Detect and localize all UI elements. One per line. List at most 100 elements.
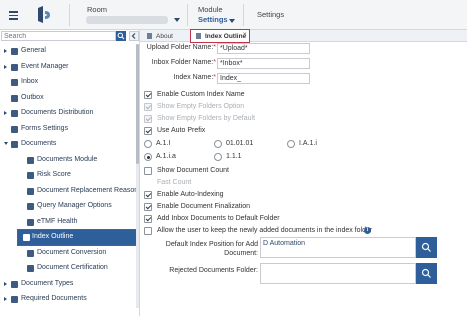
sidebar-item-label: Document Certification	[37, 264, 108, 271]
tab-index-outline[interactable]: Index Outline ×	[190, 29, 250, 43]
caret-right-icon[interactable]	[4, 281, 7, 286]
index-outline-form: Upload Folder Name:* *Upload* Inbox Fold…	[140, 42, 467, 316]
checkbox-label: Enable Document Finalization	[157, 203, 250, 210]
radio-label: I.A.1.i	[299, 140, 317, 147]
enable-doc-finalization-checkbox[interactable]	[144, 203, 152, 211]
sidebar-item-query-manager-options[interactable]: Query Manager Options	[0, 199, 138, 214]
document-icon	[11, 296, 18, 303]
index-name-row: Index Name:* Index_	[140, 72, 467, 85]
prefix-radio-a1i[interactable]	[144, 140, 152, 148]
index-name-input[interactable]: Index_	[217, 73, 310, 84]
caret-down-icon[interactable]	[4, 142, 8, 145]
sidebar-item-document-types[interactable]: Document Types	[0, 277, 138, 292]
upload-folder-input[interactable]: *Upload*	[217, 43, 310, 54]
default-index-field[interactable]: D Automation	[260, 237, 416, 258]
enable-auto-indexing-checkbox[interactable]	[144, 191, 152, 199]
sidebar-item-label: Query Manager Options	[37, 202, 112, 209]
room-selector[interactable]	[86, 15, 182, 25]
prefix-radio-111[interactable]	[214, 153, 222, 161]
prefix-radio-010101[interactable]	[214, 140, 222, 148]
top-header: Room Module Settings Settings	[0, 0, 467, 30]
prefix-radio-a1ia[interactable]	[144, 153, 152, 161]
caret-right-icon[interactable]	[4, 111, 7, 115]
sidebar-item-label: Document Replacement Reasons	[37, 186, 138, 194]
checkbox-label: Enable Auto-Indexing	[157, 191, 224, 198]
gear-icon	[11, 48, 18, 55]
sidebar-item-documents[interactable]: Documents	[0, 137, 138, 152]
checkbox-label: Allow the user to keep the newly added d…	[157, 227, 373, 234]
caret-right-icon[interactable]	[4, 64, 7, 69]
sidebar-item-document-certification[interactable]: Document Certification	[0, 261, 138, 276]
sidebar-search	[0, 30, 140, 42]
collapse-sidebar-button[interactable]	[129, 31, 139, 41]
health-icon	[27, 218, 34, 226]
enable-custom-index-checkbox[interactable]	[144, 91, 152, 99]
tab-bar: About Index Outline ×	[140, 29, 467, 43]
allow-user-keep-checkbox[interactable]	[144, 227, 152, 235]
sidebar-item-event-manager[interactable]: Event Manager	[0, 60, 138, 75]
tag-icon	[11, 280, 18, 288]
use-auto-prefix-row[interactable]: Use Auto Prefix	[140, 125, 467, 138]
hamburger-menu-icon[interactable]	[9, 11, 18, 20]
sidebar-item-inbox[interactable]: Inbox	[0, 75, 138, 90]
search-input[interactable]	[1, 31, 116, 41]
outbox-icon	[11, 94, 18, 102]
header-divider	[187, 4, 188, 26]
prefix-options-row-1: A.1.I 01.01.01 I.A.1.i	[140, 138, 467, 151]
show-empty-folders-checkbox[interactable]	[144, 103, 152, 111]
sidebar-item-label: eTMF Health	[37, 217, 78, 225]
show-document-count-checkbox[interactable]	[144, 167, 152, 175]
sidebar-item-index-outline[interactable]: Index Outline	[17, 229, 137, 246]
risk-icon	[27, 172, 34, 179]
sidebar-item-label: Documents Module	[37, 155, 98, 163]
caret-right-icon[interactable]	[4, 297, 7, 301]
info-icon[interactable]: i	[364, 227, 371, 234]
rejected-docs-search-button[interactable]	[416, 263, 437, 284]
sidebar-item-label: Documents Distribution	[21, 109, 94, 116]
sidebar-item-risk-score[interactable]: Risk Score	[0, 168, 138, 183]
use-auto-prefix-checkbox[interactable]	[144, 127, 152, 135]
add-inbox-docs-checkbox[interactable]	[144, 215, 152, 223]
search-button[interactable]	[116, 31, 126, 41]
caret-right-icon[interactable]	[4, 49, 7, 53]
sidebar-item-documents-distribution[interactable]: Documents Distribution	[0, 106, 138, 121]
prefix-radio-ia1i[interactable]	[287, 140, 295, 148]
close-tab-icon[interactable]: ×	[243, 32, 247, 38]
sidebar-item-label: Index Outline	[32, 233, 74, 240]
sidebar-item-document-conversion[interactable]: Document Conversion	[0, 246, 138, 261]
sidebar-item-label: Documents	[21, 140, 57, 147]
sidebar-item-forms-settings[interactable]: Forms Settings	[0, 122, 138, 137]
document-icon	[27, 265, 34, 272]
module-label: Module	[198, 5, 223, 14]
sidebar-item-documents-module[interactable]: Documents Module	[0, 153, 138, 168]
sidebar-item-label: Document Conversion	[37, 248, 107, 256]
sidebar-item-general[interactable]: General	[0, 44, 138, 59]
app-logo-icon[interactable]	[34, 5, 54, 25]
checkbox-label: Show Document Count	[157, 167, 229, 174]
rejected-docs-field[interactable]	[260, 263, 416, 284]
chevron-down-icon	[174, 18, 180, 22]
fast-count-label: Fast Count	[157, 179, 192, 186]
sidebar-item-document-replacement-reasons[interactable]: Document Replacement Reasons	[0, 184, 138, 199]
prefix-options-row-2: A.1.i.a 1.1.1	[140, 151, 467, 164]
sidebar-item-label: Document Types	[21, 279, 74, 287]
radio-label: 01.01.01	[226, 140, 254, 147]
inbox-folder-input[interactable]: *Inbox*	[217, 58, 310, 69]
sidebar-item-label: Required Documents	[21, 295, 87, 302]
show-empty-folders-default-checkbox[interactable]	[144, 115, 152, 123]
rejected-docs-label: Rejected Documents Folder:	[169, 267, 258, 274]
sidebar-item-label: Risk Score	[37, 171, 71, 178]
chevron-down-icon[interactable]	[229, 19, 235, 23]
tab-about[interactable]: About	[142, 30, 186, 42]
sidebar-item-required-documents[interactable]: Required Documents	[0, 292, 138, 307]
scrollbar-thumb[interactable]	[136, 44, 139, 164]
module-selector[interactable]: Settings	[198, 15, 228, 24]
sidebar-item-label: Inbox	[21, 78, 39, 85]
default-index-search-button[interactable]	[416, 237, 437, 258]
sidebar-item-outbox[interactable]: Outbox	[0, 91, 138, 106]
sidebar-item-etmf-health[interactable]: eTMF Health	[0, 215, 138, 230]
form-icon	[11, 125, 18, 133]
sidebar-scrollbar[interactable]	[136, 44, 139, 308]
search-icon	[421, 242, 431, 252]
room-label: Room	[87, 5, 108, 14]
